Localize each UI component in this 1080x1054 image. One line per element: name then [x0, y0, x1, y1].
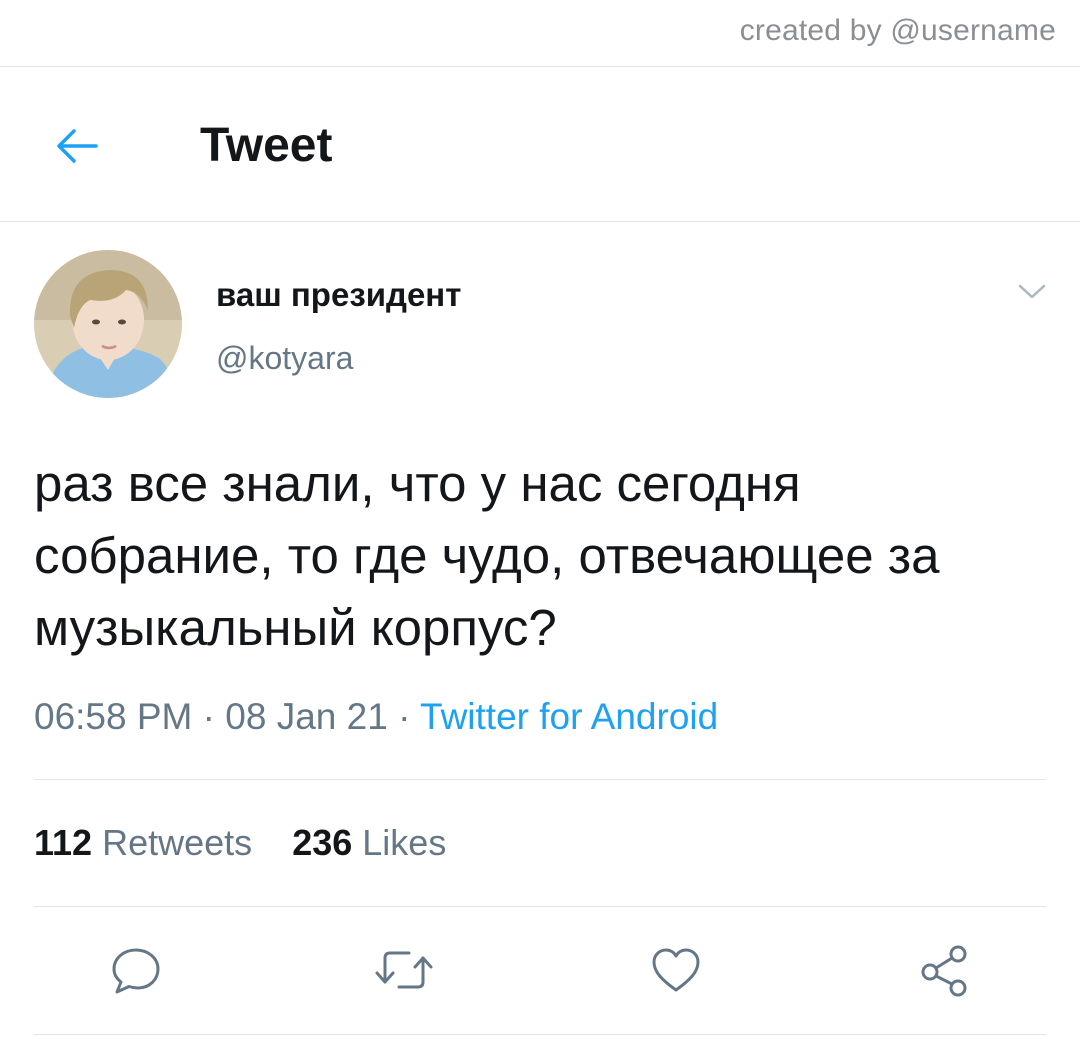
- avatar-image: [34, 250, 182, 398]
- share-button[interactable]: [912, 938, 976, 1002]
- likes-stat[interactable]: 236 Likes: [292, 822, 446, 864]
- stats-divider: [34, 906, 1046, 907]
- retweets-stat[interactable]: 112 Retweets: [34, 822, 252, 864]
- avatar[interactable]: [34, 250, 182, 398]
- watermark-text: created by @username: [739, 14, 1056, 47]
- heart-icon: [652, 948, 700, 992]
- top-divider: [0, 66, 1080, 67]
- share-icon: [921, 945, 967, 997]
- back-button[interactable]: [46, 116, 106, 176]
- user-handle[interactable]: @kotyara: [216, 340, 353, 377]
- like-button[interactable]: [644, 938, 708, 1002]
- bottom-divider: [34, 1034, 1046, 1035]
- meta-divider: [34, 779, 1046, 780]
- tweet-meta: 06:58 PM · 08 Jan 21 · Twitter for Andro…: [34, 696, 718, 738]
- meta-separator: ·: [387, 696, 421, 737]
- tweet-text: раз все знали, что у нас сегодня собрани…: [34, 455, 940, 656]
- meta-separator: ·: [192, 696, 226, 737]
- header-divider: [0, 221, 1080, 222]
- retweet-icon: [375, 951, 433, 989]
- arrow-left-icon: [57, 129, 98, 163]
- likes-label: Likes: [362, 822, 447, 863]
- page-title: Tweet: [200, 119, 333, 172]
- display-name[interactable]: ваш президент: [216, 276, 461, 314]
- likes-count: 236: [292, 822, 353, 863]
- tweet-source-link[interactable]: Twitter for Android: [420, 696, 718, 737]
- retweets-count: 112: [34, 822, 93, 863]
- reply-icon: [112, 948, 160, 994]
- retweet-button[interactable]: [372, 938, 436, 1002]
- tweet-time: 06:58 PM: [34, 696, 193, 737]
- retweets-label: Retweets: [102, 822, 253, 863]
- engagement-stats: 112 Retweets 236 Likes: [34, 822, 446, 864]
- reply-button[interactable]: [104, 938, 168, 1002]
- chevron-down-icon: [1018, 284, 1046, 299]
- more-options-button[interactable]: [1012, 278, 1052, 306]
- tweet-date: 08 Jan 21: [225, 696, 388, 737]
- app-header: Tweet: [0, 68, 1080, 220]
